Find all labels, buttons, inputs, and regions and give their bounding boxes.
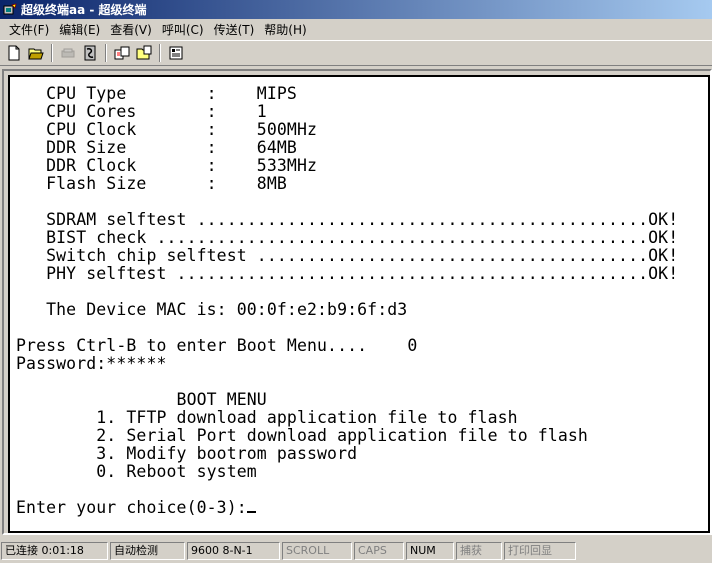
hyperterminal-icon [3,2,17,17]
receive-icon [136,45,152,60]
terminal-line: Switch chip selftest ...................… [16,246,679,265]
dial-button[interactable] [79,43,101,64]
terminal-line: The Device MAC is: 00:0f:e2:b9:6f:d3 [16,300,408,319]
terminal-line: 3. Modify bootrom password [16,444,358,463]
terminal-line: BOOT MENU [16,390,267,409]
terminal-line: DDR Clock : 533MHz [16,156,318,175]
terminal-prompt: Enter your choice(0-3): [16,498,247,517]
terminal-line: PHY selftest ...........................… [16,264,679,283]
terminal-prompt-line: Enter your choice(0-3): [16,499,678,517]
new-button[interactable] [3,43,25,64]
status-connected-time: 已连接 0:01:18 [1,542,108,560]
toolbar-separator [51,44,53,62]
toolbar-separator [105,44,107,62]
status-bar: 已连接 0:01:18 自动检测 9600 8-N-1 SCROLL CAPS … [0,539,712,563]
terminal-frame: CPU Type : MIPS CPU Cores : 1 CPU Clock … [2,69,712,535]
terminal-line: SDRAM selftest .........................… [16,210,679,229]
terminal-line: Press Ctrl-B to enter Boot Menu.... 0 [16,336,418,355]
window-title: 超级终端aa - 超级终端 [21,3,147,17]
status-capture: 捕获 [456,542,502,560]
send-icon [114,46,130,60]
status-print-echo: 打印回显 [504,542,576,560]
terminal-line: CPU Clock : 500MHz [16,120,318,139]
receive-button[interactable] [133,43,155,64]
disconnect-icon [61,48,75,58]
menu-file[interactable]: 文件(F) [4,21,54,38]
toolbar-separator [159,44,161,62]
menu-bar: 文件(F) 编辑(E) 查看(V) 呼叫(C) 传送(T) 帮助(H) [0,19,712,40]
status-detect: 自动检测 [110,542,185,560]
new-icon [8,45,20,61]
send-button[interactable] [111,43,133,64]
terminal-line: CPU Type : MIPS [16,84,297,103]
properties-icon [169,46,183,60]
menu-help[interactable]: 帮助(H) [259,21,311,38]
menu-transfer[interactable]: 传送(T) [209,21,260,38]
properties-button[interactable] [165,43,187,64]
terminal-line: DDR Size : 64MB [16,138,297,157]
terminal-line: CPU Cores : 1 [16,102,267,121]
terminal-line: 2. Serial Port download application file… [16,426,588,445]
open-icon [28,48,44,60]
status-num-lock: NUM [406,542,454,560]
status-port-settings: 9600 8-N-1 [187,542,280,560]
terminal-line: Flash Size : 8MB [16,174,287,193]
title-bar: 超级终端aa - 超级终端 [0,0,712,19]
terminal-line: 0. Reboot system [16,462,257,481]
menu-view[interactable]: 查看(V) [105,21,157,38]
terminal-line: BIST check .............................… [16,228,679,247]
terminal-output: CPU Type : MIPS CPU Cores : 1 CPU Clock … [16,85,678,517]
text-cursor [246,499,256,513]
disconnect-button[interactable] [57,43,79,64]
menu-edit[interactable]: 编辑(E) [54,21,105,38]
terminal-line: 1. TFTP download application file to fla… [16,408,518,427]
open-button[interactable] [25,43,47,64]
terminal-screen[interactable]: CPU Type : MIPS CPU Cores : 1 CPU Clock … [8,75,710,533]
terminal-line: Password:****** [16,354,167,373]
toolbar [0,40,712,66]
dial-icon [84,45,96,61]
menu-call[interactable]: 呼叫(C) [157,21,209,38]
status-scroll-lock: SCROLL [282,542,352,560]
status-caps-lock: CAPS [354,542,404,560]
